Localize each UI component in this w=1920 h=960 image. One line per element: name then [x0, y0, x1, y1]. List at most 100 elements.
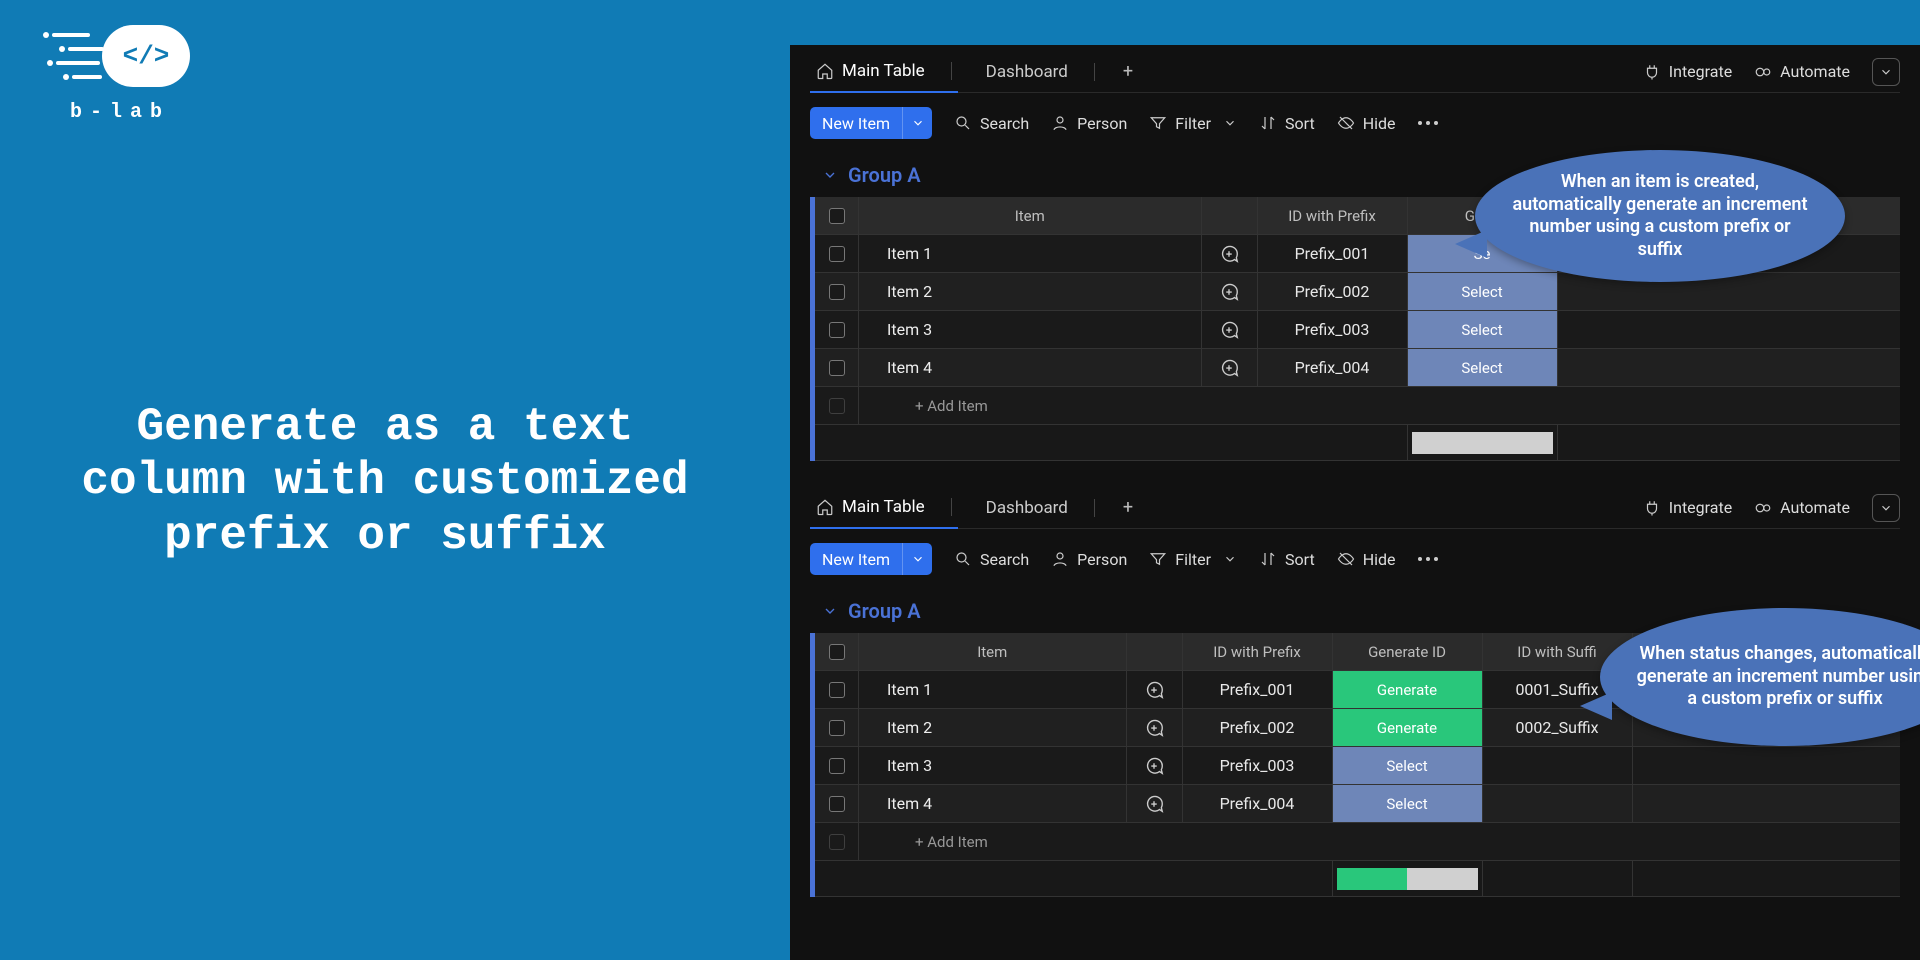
- item-name-cell[interactable]: Item 1: [859, 671, 1127, 708]
- comment-add-icon: [1143, 679, 1165, 701]
- add-view-button[interactable]: +: [1123, 497, 1133, 518]
- row-checkbox[interactable]: [829, 360, 845, 376]
- filter-button[interactable]: Filter: [1149, 550, 1237, 569]
- comment-add-icon: [1218, 319, 1240, 341]
- prefix-cell[interactable]: Prefix_002: [1183, 709, 1333, 746]
- integrate-icon: [1643, 499, 1661, 517]
- prefix-cell[interactable]: Prefix_003: [1258, 311, 1408, 348]
- chevron-down-icon: [822, 167, 838, 183]
- status-cell[interactable]: Select: [1333, 747, 1482, 784]
- column-header-item[interactable]: Item: [859, 197, 1202, 234]
- home-icon: [816, 498, 834, 516]
- item-name-cell[interactable]: Item 2: [859, 709, 1127, 746]
- search-icon: [954, 550, 972, 568]
- comment-add-icon: [1143, 717, 1165, 739]
- prefix-cell[interactable]: Prefix_004: [1258, 349, 1408, 386]
- prefix-cell[interactable]: Prefix_003: [1183, 747, 1333, 784]
- open-item-button[interactable]: [1202, 349, 1258, 386]
- add-view-button[interactable]: +: [1123, 61, 1133, 82]
- row-checkbox[interactable]: [829, 720, 845, 736]
- status-cell[interactable]: Generate: [1333, 671, 1482, 708]
- select-all-checkbox[interactable]: [829, 644, 845, 660]
- add-item-button[interactable]: + Add Item: [887, 833, 988, 851]
- search-button[interactable]: Search: [954, 550, 1029, 569]
- search-button[interactable]: Search: [954, 114, 1029, 133]
- new-item-button[interactable]: New Item: [810, 107, 932, 139]
- integrate-button[interactable]: Integrate: [1643, 498, 1732, 517]
- row-checkbox: [829, 398, 845, 414]
- comment-add-icon: [1143, 793, 1165, 815]
- column-header-id-prefix[interactable]: ID with Prefix: [1183, 633, 1333, 670]
- open-item-button[interactable]: [1202, 273, 1258, 310]
- expand-button[interactable]: [1872, 58, 1900, 86]
- status-cell[interactable]: Select: [1333, 785, 1482, 822]
- column-header-id-prefix[interactable]: ID with Prefix: [1258, 197, 1408, 234]
- more-menu-button[interactable]: [1418, 121, 1438, 125]
- row-checkbox[interactable]: [829, 322, 845, 338]
- item-name-cell[interactable]: Item 4: [859, 785, 1127, 822]
- open-item-button[interactable]: [1202, 311, 1258, 348]
- tab-dashboard[interactable]: Dashboard: [980, 51, 1101, 93]
- integrate-button[interactable]: Integrate: [1643, 62, 1732, 81]
- suffix-cell[interactable]: [1483, 747, 1633, 784]
- person-button[interactable]: Person: [1051, 550, 1127, 569]
- table-row: Item 3 Prefix_003 Select: [815, 747, 1900, 785]
- brand-name: b-lab: [40, 101, 200, 124]
- row-checkbox[interactable]: [829, 246, 845, 262]
- hide-button[interactable]: Hide: [1337, 114, 1396, 133]
- prefix-cell[interactable]: Prefix_001: [1183, 671, 1333, 708]
- item-name-cell[interactable]: Item 4: [859, 349, 1202, 386]
- table-row: Item 3 Prefix_003 Select: [815, 311, 1900, 349]
- comment-add-icon: [1143, 755, 1165, 777]
- more-menu-button[interactable]: [1418, 557, 1438, 561]
- open-item-button[interactable]: [1127, 671, 1183, 708]
- prefix-cell[interactable]: Prefix_001: [1258, 235, 1408, 272]
- view-tabs: Main Table Dashboard + Integrate Automat…: [810, 487, 1900, 529]
- sort-icon: [1259, 550, 1277, 568]
- tab-dashboard[interactable]: Dashboard: [980, 487, 1101, 529]
- open-item-button[interactable]: [1127, 709, 1183, 746]
- automate-button[interactable]: Automate: [1754, 498, 1850, 517]
- sort-button[interactable]: Sort: [1259, 550, 1315, 569]
- sort-button[interactable]: Sort: [1259, 114, 1315, 133]
- select-all-checkbox[interactable]: [829, 208, 845, 224]
- chevron-down-icon[interactable]: [902, 543, 932, 575]
- status-summary: [1412, 432, 1553, 454]
- status-cell[interactable]: Select: [1408, 311, 1557, 348]
- item-name-cell[interactable]: Item 1: [859, 235, 1202, 272]
- expand-button[interactable]: [1872, 494, 1900, 522]
- status-cell[interactable]: Select: [1408, 273, 1557, 310]
- page-headline: Generate as a text column with customize…: [60, 400, 710, 563]
- add-item-button[interactable]: + Add Item: [887, 397, 988, 415]
- column-header-item[interactable]: Item: [859, 633, 1127, 670]
- automate-icon: [1754, 499, 1772, 517]
- chevron-down-icon[interactable]: [902, 107, 932, 139]
- prefix-cell[interactable]: Prefix_002: [1258, 273, 1408, 310]
- person-button[interactable]: Person: [1051, 114, 1127, 133]
- item-name-cell[interactable]: Item 3: [859, 747, 1127, 784]
- row-checkbox[interactable]: [829, 796, 845, 812]
- toolbar: New Item Search Person Filter Sort: [810, 93, 1900, 149]
- tab-main-table[interactable]: Main Table: [810, 487, 958, 529]
- table-row: Item 4 Prefix_004 Select: [815, 785, 1900, 823]
- filter-button[interactable]: Filter: [1149, 114, 1237, 133]
- row-checkbox[interactable]: [829, 284, 845, 300]
- open-item-button[interactable]: [1127, 785, 1183, 822]
- column-header-generate[interactable]: Generate ID: [1333, 633, 1483, 670]
- item-name-cell[interactable]: Item 2: [859, 273, 1202, 310]
- row-checkbox[interactable]: [829, 758, 845, 774]
- item-name-cell[interactable]: Item 3: [859, 311, 1202, 348]
- status-cell[interactable]: Select: [1408, 349, 1557, 386]
- hide-button[interactable]: Hide: [1337, 550, 1396, 569]
- suffix-cell[interactable]: [1483, 785, 1633, 822]
- open-item-button[interactable]: [1202, 235, 1258, 272]
- status-cell[interactable]: Generate: [1333, 709, 1482, 746]
- row-checkbox[interactable]: [829, 682, 845, 698]
- automate-button[interactable]: Automate: [1754, 62, 1850, 81]
- chevron-down-icon: [822, 603, 838, 619]
- tab-main-table[interactable]: Main Table: [810, 51, 958, 93]
- prefix-cell[interactable]: Prefix_004: [1183, 785, 1333, 822]
- open-item-button[interactable]: [1127, 747, 1183, 784]
- view-tabs: Main Table Dashboard + Integrate Automat…: [810, 51, 1900, 93]
- new-item-button[interactable]: New Item: [810, 543, 932, 575]
